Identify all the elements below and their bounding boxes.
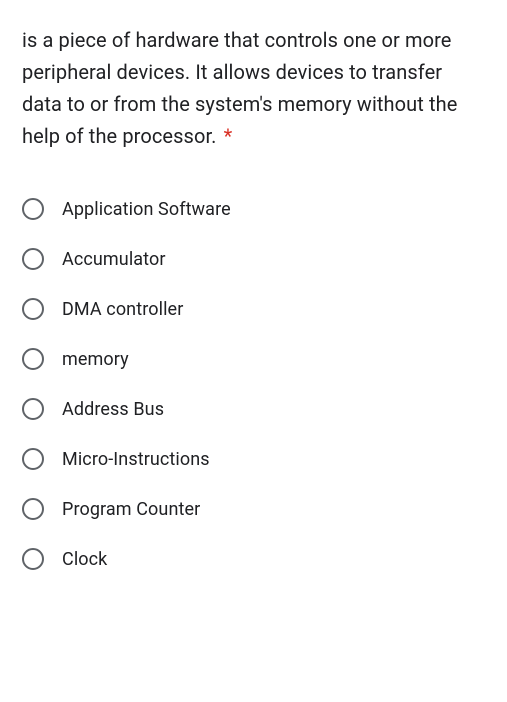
options-list: Application Software Accumulator DMA con…: [22, 184, 485, 584]
option-micro-instructions[interactable]: Micro-Instructions: [22, 434, 485, 484]
radio-icon: [22, 348, 44, 370]
option-dma-controller[interactable]: DMA controller: [22, 284, 485, 334]
option-program-counter[interactable]: Program Counter: [22, 484, 485, 534]
radio-icon: [22, 198, 44, 220]
option-label: Application Software: [62, 199, 231, 220]
option-accumulator[interactable]: Accumulator: [22, 234, 485, 284]
option-label: Micro-Instructions: [62, 449, 210, 470]
radio-icon: [22, 448, 44, 470]
radio-icon: [22, 248, 44, 270]
option-application-software[interactable]: Application Software: [22, 184, 485, 234]
question-text: is a piece of hardware that controls one…: [22, 28, 457, 148]
option-label: Clock: [62, 549, 107, 570]
option-clock[interactable]: Clock: [22, 534, 485, 584]
option-address-bus[interactable]: Address Bus: [22, 384, 485, 434]
option-label: DMA controller: [62, 299, 183, 320]
option-label: Accumulator: [62, 249, 166, 270]
option-label: memory: [62, 349, 129, 370]
question-prompt: is a piece of hardware that controls one…: [22, 24, 485, 152]
required-asterisk: *: [224, 124, 233, 148]
option-memory[interactable]: memory: [22, 334, 485, 384]
radio-icon: [22, 548, 44, 570]
radio-icon: [22, 298, 44, 320]
radio-icon: [22, 398, 44, 420]
option-label: Program Counter: [62, 499, 200, 520]
radio-icon: [22, 498, 44, 520]
option-label: Address Bus: [62, 399, 164, 420]
